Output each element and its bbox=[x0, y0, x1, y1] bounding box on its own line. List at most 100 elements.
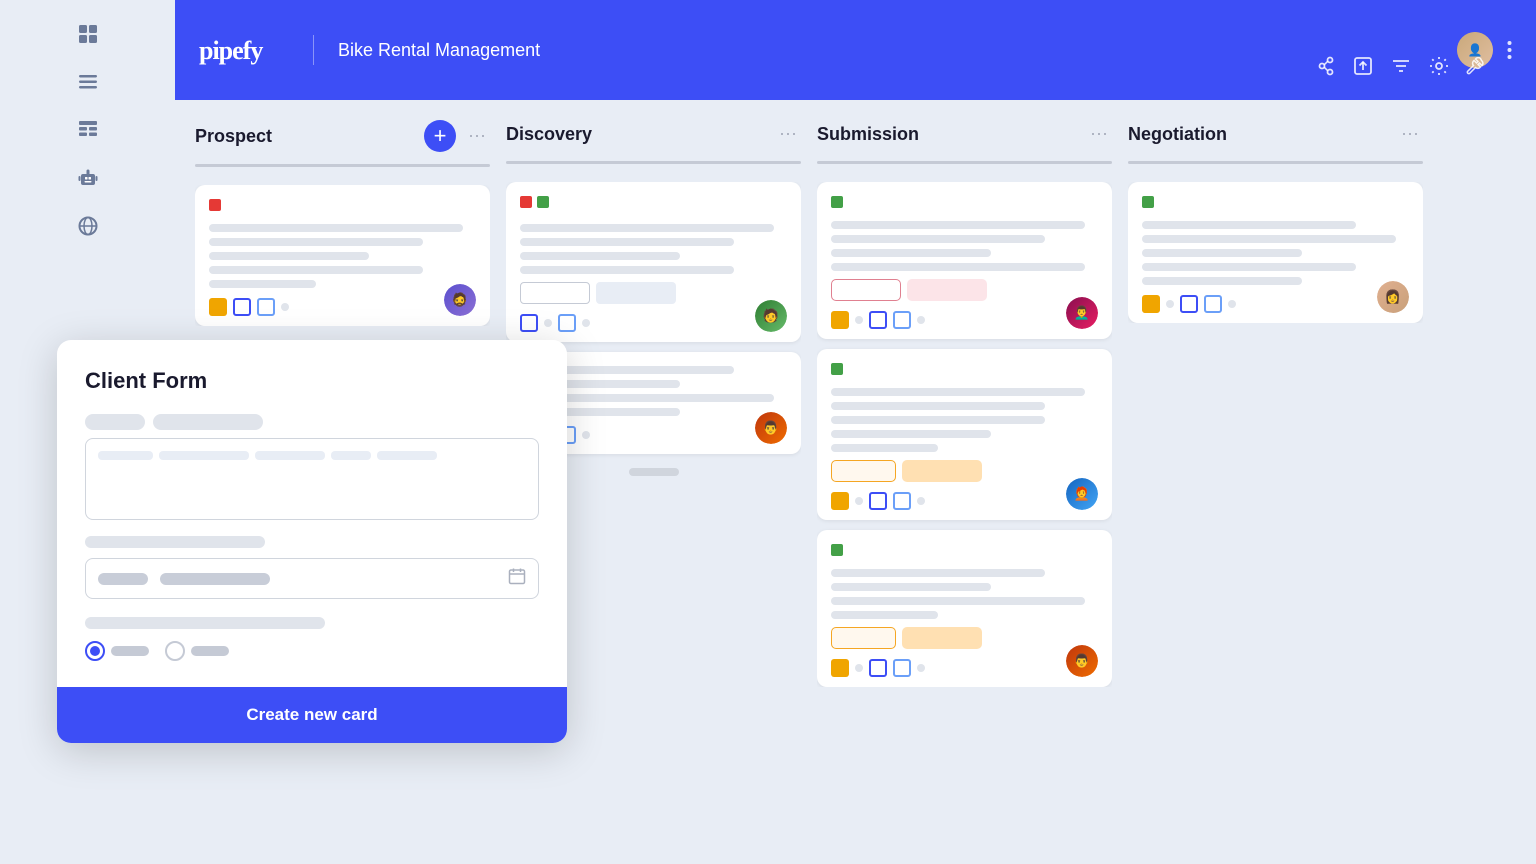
submission-menu-icon[interactable]: ⋯ bbox=[1086, 120, 1112, 149]
card-line bbox=[831, 444, 938, 452]
card-line bbox=[1142, 235, 1396, 243]
header-title: Bike Rental Management bbox=[338, 40, 540, 61]
form-radio-label bbox=[85, 617, 325, 629]
card-line bbox=[831, 569, 1045, 577]
radio-circle-empty[interactable] bbox=[165, 641, 185, 661]
card-avatar: 👩 bbox=[1377, 281, 1409, 313]
sidebar-icon-list[interactable] bbox=[70, 64, 106, 100]
card-discovery-1[interactable]: 🧑 bbox=[506, 182, 801, 342]
svg-text:pipefy: pipefy bbox=[199, 36, 263, 65]
card-icon-blue2 bbox=[893, 659, 911, 677]
card-avatar: 🧑 bbox=[755, 300, 787, 332]
card-tag-orange-fill2 bbox=[902, 627, 982, 649]
sidebar-icon-robot[interactable] bbox=[70, 160, 106, 196]
form-textarea[interactable] bbox=[85, 438, 539, 520]
more-options-icon[interactable] bbox=[1507, 40, 1512, 60]
header-actions: 👤 bbox=[1457, 0, 1512, 100]
create-card-label: Create new card bbox=[246, 705, 377, 725]
filter-icon[interactable] bbox=[1390, 55, 1412, 77]
sidebar-icon-grid[interactable] bbox=[70, 16, 106, 52]
form-label-pill-1 bbox=[85, 414, 145, 430]
pipefy-logo: pipefy bbox=[199, 35, 289, 65]
card-line bbox=[209, 224, 463, 232]
radio-circle-selected[interactable] bbox=[85, 641, 105, 661]
card-icon-orange bbox=[209, 298, 227, 316]
card-icon-blue bbox=[869, 659, 887, 677]
negotiation-cards: 👩 bbox=[1128, 182, 1423, 323]
card-icon-blue bbox=[869, 311, 887, 329]
ph-line bbox=[377, 451, 437, 460]
card-dot-small2 bbox=[917, 316, 925, 324]
card-dot-small bbox=[855, 497, 863, 505]
card-icon-blue2 bbox=[558, 314, 576, 332]
column-title-prospect: Prospect bbox=[195, 126, 416, 147]
card-dot-small bbox=[1166, 300, 1174, 308]
date-pill-2 bbox=[160, 573, 270, 585]
radio-row bbox=[85, 641, 539, 661]
column-title-negotiation: Negotiation bbox=[1128, 124, 1389, 145]
card-dot-green bbox=[1142, 196, 1154, 208]
card-icon-orange bbox=[831, 311, 849, 329]
column-header-prospect: Prospect + ⋯ bbox=[195, 120, 490, 152]
calendar-icon[interactable] bbox=[508, 567, 526, 590]
logo-area: pipefy Bike Rental Management bbox=[199, 35, 540, 65]
card-line bbox=[209, 238, 423, 246]
card-line bbox=[520, 252, 680, 260]
card-tag-gray bbox=[520, 282, 590, 304]
card-line bbox=[520, 266, 734, 274]
card-line bbox=[1142, 263, 1356, 271]
share-icon[interactable] bbox=[1314, 55, 1336, 77]
negotiation-column-line bbox=[1128, 161, 1423, 164]
card-dot-small2 bbox=[582, 319, 590, 327]
form-label-pill-2 bbox=[153, 414, 263, 430]
add-card-prospect-button[interactable]: + bbox=[424, 120, 456, 152]
card-footer: 🧔 bbox=[209, 298, 476, 316]
card-dot-green bbox=[537, 196, 549, 208]
card-dot-small bbox=[544, 319, 552, 327]
column-header-negotiation: Negotiation ⋯ bbox=[1128, 120, 1423, 149]
submission-column-line bbox=[817, 161, 1112, 164]
card-negotiation-1[interactable]: 👩 bbox=[1128, 182, 1423, 323]
submission-cards: 👨‍🦱 bbox=[817, 182, 1112, 687]
card-line bbox=[209, 266, 423, 274]
sidebar-icon-globe[interactable] bbox=[70, 208, 106, 244]
modal-body: Client Form bbox=[57, 340, 567, 687]
card-line bbox=[831, 583, 991, 591]
card-dot-red bbox=[520, 196, 532, 208]
card-dot-green bbox=[831, 196, 843, 208]
negotiation-menu-icon[interactable]: ⋯ bbox=[1397, 120, 1423, 149]
export-icon[interactable] bbox=[1352, 55, 1374, 77]
tools-icon[interactable] bbox=[1466, 55, 1488, 77]
sidebar-icon-table[interactable] bbox=[70, 112, 106, 148]
card-line bbox=[831, 263, 1085, 271]
card-line bbox=[209, 252, 369, 260]
card-icon-blue2 bbox=[893, 492, 911, 510]
card-dot-small bbox=[855, 316, 863, 324]
radio-label-1 bbox=[111, 646, 149, 656]
prospect-menu-icon[interactable]: ⋯ bbox=[464, 122, 490, 151]
card-avatar: 👨‍🦱 bbox=[1066, 297, 1098, 329]
ph-line bbox=[255, 451, 325, 460]
card-icon-blue bbox=[1180, 295, 1198, 313]
card-submission-1[interactable]: 👨‍🦱 bbox=[817, 182, 1112, 339]
discovery-menu-icon[interactable]: ⋯ bbox=[775, 120, 801, 149]
card-icon-blue bbox=[869, 492, 887, 510]
card-prospect-1[interactable]: 🧔 bbox=[195, 185, 490, 326]
card-submission-3[interactable]: 👨 bbox=[817, 530, 1112, 687]
date-input[interactable] bbox=[85, 558, 539, 599]
ph-line bbox=[331, 451, 371, 460]
column-header-discovery: Discovery ⋯ bbox=[506, 120, 801, 149]
card-tag-pink-fill bbox=[907, 279, 987, 301]
card-submission-2[interactable]: 🧑‍🦰 bbox=[817, 349, 1112, 520]
create-card-button[interactable]: Create new card bbox=[57, 687, 567, 743]
card-icon-blue2 bbox=[1204, 295, 1222, 313]
card-dot-small bbox=[281, 303, 289, 311]
settings-icon[interactable] bbox=[1428, 55, 1450, 77]
card-icon-blue bbox=[520, 314, 538, 332]
ph-line bbox=[159, 451, 249, 460]
radio-item-1[interactable] bbox=[85, 641, 149, 661]
card-line bbox=[831, 249, 991, 257]
radio-item-2[interactable] bbox=[165, 641, 229, 661]
card-icon-orange bbox=[831, 492, 849, 510]
column-submission: Submission ⋯ bbox=[817, 120, 1112, 864]
